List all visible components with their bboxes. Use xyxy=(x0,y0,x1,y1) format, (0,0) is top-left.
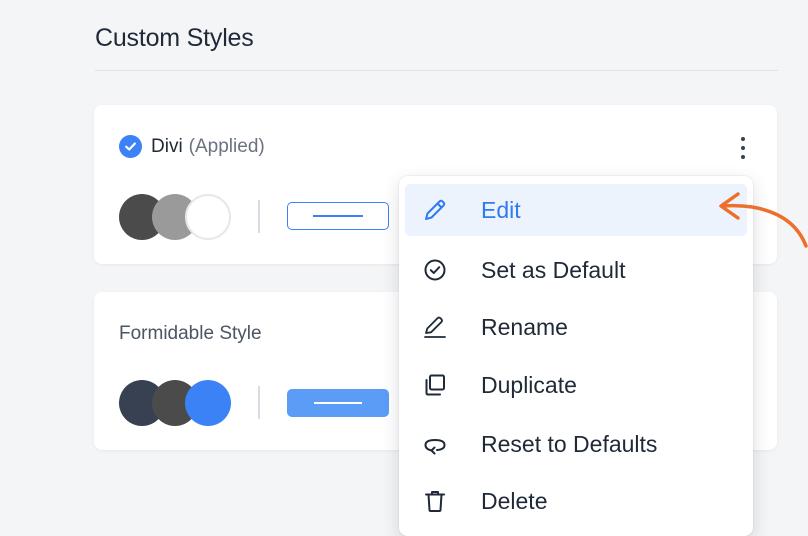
menu-item-label: Set as Default xyxy=(481,256,626,283)
style-options-menu: Edit Set as Default Rename Duplicate Res… xyxy=(399,176,753,536)
section-title: Custom Styles xyxy=(95,24,254,52)
pen-underline-icon xyxy=(421,313,449,341)
check-circle-icon xyxy=(421,256,449,284)
menu-item-label: Duplicate xyxy=(481,371,577,398)
trash-icon xyxy=(421,487,449,515)
menu-item-set-as-default[interactable]: Set as Default xyxy=(405,244,747,296)
more-dot xyxy=(741,146,745,150)
reset-icon xyxy=(421,430,449,458)
menu-item-label: Rename xyxy=(481,313,568,340)
color-swatch xyxy=(185,194,231,240)
menu-item-rename[interactable]: Rename xyxy=(405,301,747,353)
vertical-separator xyxy=(258,386,260,419)
menu-item-duplicate[interactable]: Duplicate xyxy=(405,359,747,411)
menu-item-delete[interactable]: Delete xyxy=(405,475,747,527)
menu-item-edit[interactable]: Edit xyxy=(405,184,747,236)
button-style-preview xyxy=(287,202,389,230)
annotation-arrow-icon xyxy=(719,192,808,248)
more-dot xyxy=(741,137,745,141)
style-card-header: Formidable Style xyxy=(119,323,262,345)
style-name: Divi xyxy=(151,135,183,157)
copy-icon xyxy=(421,371,449,399)
menu-item-label: Delete xyxy=(481,487,548,514)
color-swatch xyxy=(185,380,231,426)
pencil-icon xyxy=(421,196,449,224)
applied-status: (Applied) xyxy=(188,135,265,157)
divider xyxy=(95,70,778,71)
more-dot xyxy=(741,155,745,159)
color-swatches xyxy=(119,380,234,426)
button-style-preview xyxy=(287,389,389,417)
vertical-separator xyxy=(258,200,260,233)
check-badge-icon xyxy=(119,135,142,158)
style-name: Formidable Style xyxy=(119,323,262,344)
color-swatches xyxy=(119,194,234,240)
style-card-header: Divi (Applied) xyxy=(119,135,265,158)
menu-item-label: Edit xyxy=(481,196,521,223)
more-options-button[interactable] xyxy=(737,135,749,161)
menu-item-label: Reset to Defaults xyxy=(481,430,658,457)
menu-item-reset-to-defaults[interactable]: Reset to Defaults xyxy=(405,418,747,470)
